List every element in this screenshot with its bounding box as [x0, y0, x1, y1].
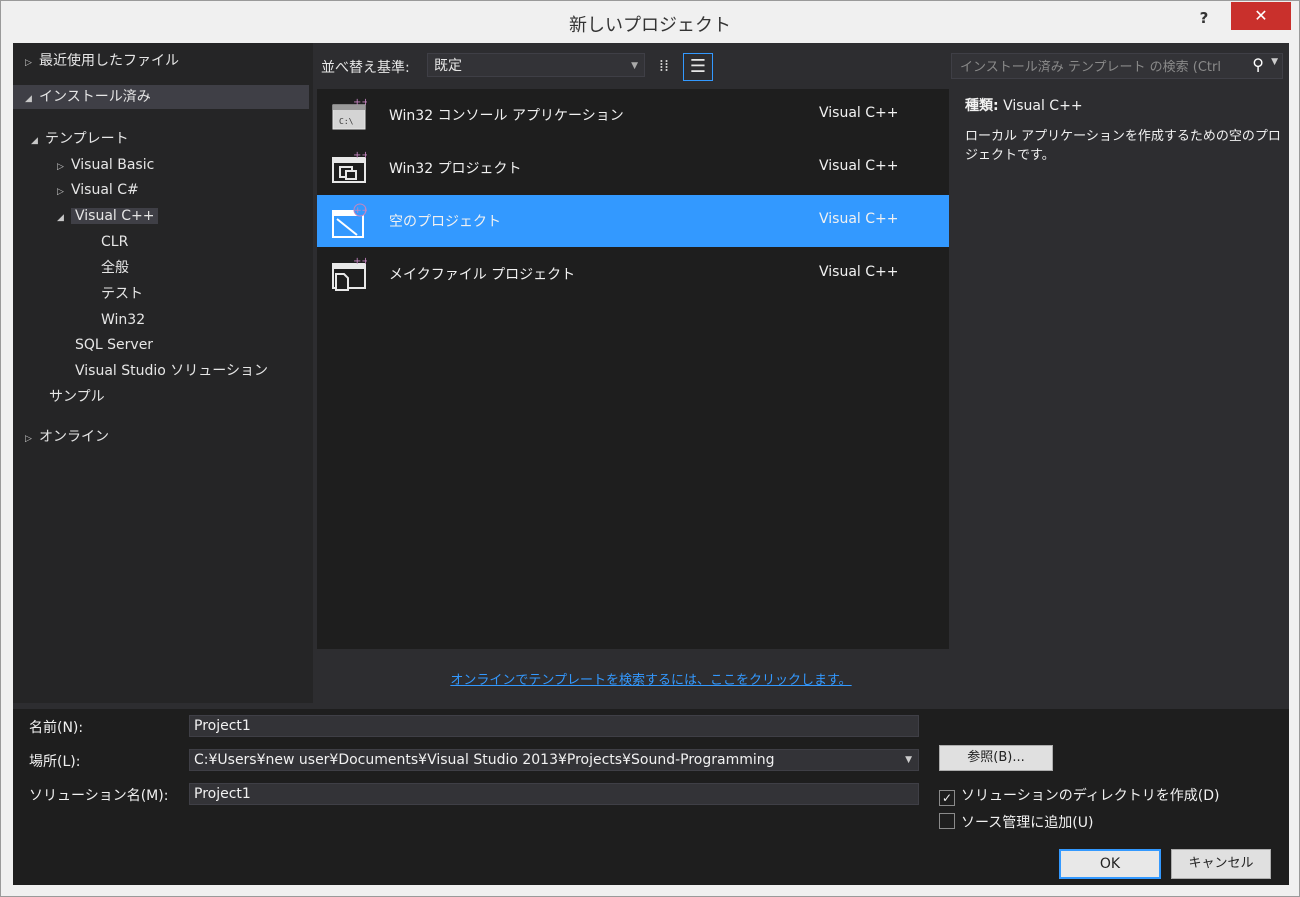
tree-item-vs-solution[interactable]: Visual Studio ソリューション: [75, 359, 268, 383]
checkbox-label: ソース管理に追加(U): [961, 815, 1094, 831]
svg-text:++: ++: [353, 150, 367, 161]
tree-item-templates[interactable]: ◢ テンプレート: [31, 127, 129, 151]
checkmark-icon[interactable]: ✓: [939, 790, 955, 806]
solution-name-field[interactable]: [189, 783, 919, 805]
dialog-body: ▷ 最近使用したファイル ◢ インストール済み ◢ テンプレート ▷ Visual Ba…: [13, 43, 1289, 885]
location-value: C:¥Users¥new user¥Documents¥Visual Studi…: [194, 752, 775, 768]
browse-button[interactable]: 参照(B)...: [939, 745, 1053, 771]
chevron-down-icon[interactable]: ▼: [1271, 57, 1278, 67]
list-view-icon[interactable]: ☰: [683, 53, 713, 81]
tree-label: インストール済み: [39, 89, 151, 105]
console-app-icon: C:\ ++: [332, 97, 367, 130]
template-description: 種類: Visual C++ ローカル アプリケーションを作成するための空のプロ…: [965, 95, 1283, 165]
dialog-title: 新しいプロジェクト: [569, 15, 731, 36]
template-language: Visual C++: [819, 264, 899, 280]
template-language: Visual C++: [819, 105, 899, 121]
template-language: Visual C++: [819, 211, 899, 227]
template-name: Win32 コンソール アプリケーション: [389, 108, 624, 124]
chevron-down-icon: ▼: [905, 755, 912, 765]
sort-dropdown[interactable]: 既定 ▼: [427, 53, 645, 77]
tree-label: 最近使用したファイル: [39, 53, 179, 69]
new-project-dialog: 新しいプロジェクト ? ✕ ▷ 最近使用したファイル ◢ インストール済み ◢ テンプ…: [0, 0, 1300, 897]
tree-label: オンライン: [39, 429, 109, 445]
collapse-arrow-icon[interactable]: ◢: [57, 206, 71, 230]
svg-text:++: ++: [353, 256, 367, 267]
template-list: C:\ ++ Win32 コンソール アプリケーション Visual C++ +…: [317, 89, 949, 649]
solution-name-label: ソリューション名(M):: [29, 788, 169, 804]
tree-label: Visual Basic: [71, 157, 155, 173]
tree-item-win32[interactable]: Win32: [101, 308, 145, 332]
description-text: ローカル アプリケーションを作成するための空のプロジェクトです。: [965, 129, 1281, 163]
empty-project-icon: ++: [332, 203, 367, 238]
help-button[interactable]: ?: [1193, 7, 1215, 29]
expand-arrow-icon[interactable]: ▷: [57, 180, 71, 204]
tree-label: テンプレート: [45, 131, 129, 147]
search-icon[interactable]: ⚲: [1252, 55, 1264, 74]
tree-label: Visual C++: [71, 208, 159, 224]
tree-item-visual-basic[interactable]: ▷ Visual Basic: [57, 153, 154, 177]
chevron-down-icon: ▼: [631, 61, 638, 71]
expand-arrow-icon[interactable]: ▷: [57, 155, 71, 179]
tree-item-general[interactable]: 全般: [101, 256, 129, 280]
checkbox-box[interactable]: [939, 813, 955, 829]
template-search-box: ⚲ ▼: [951, 53, 1283, 79]
tree-item-test[interactable]: テスト: [101, 282, 143, 306]
tree-item-visual-csharp[interactable]: ▷ Visual C#: [57, 178, 139, 202]
svg-text:C:\: C:\: [339, 117, 354, 126]
template-language: Visual C++: [819, 158, 899, 174]
svg-text:++: ++: [354, 206, 367, 216]
tree-item-visual-cpp[interactable]: ◢ Visual C++: [57, 204, 159, 230]
name-label: 名前(N):: [29, 720, 84, 736]
collapse-arrow-icon[interactable]: ◢: [31, 129, 45, 153]
online-templates-link[interactable]: オンラインでテンプレートを検索するには、ここをクリックします。: [13, 669, 1289, 688]
win32-project-icon: ++: [332, 150, 367, 183]
template-item-win32-project[interactable]: ++ Win32 プロジェクト Visual C++: [317, 142, 949, 194]
grid-view-icon[interactable]: ⁞⁞: [653, 55, 675, 77]
title-bar: 新しいプロジェクト ? ✕: [1, 1, 1299, 43]
tree-item-online[interactable]: ▷ オンライン: [25, 425, 109, 449]
search-input[interactable]: [958, 57, 1242, 77]
template-item-makefile-project[interactable]: ++ メイクファイル プロジェクト Visual C++: [317, 248, 949, 300]
checkbox-label: ソリューションのディレクトリを作成(D): [961, 788, 1220, 804]
kind-label: 種類:: [965, 98, 999, 114]
sort-value: 既定: [434, 58, 462, 74]
create-directory-checkbox[interactable]: ✓ ソリューションのディレクトリを作成(D): [939, 785, 1220, 806]
description-kind: 種類: Visual C++: [965, 95, 1283, 115]
collapse-arrow-icon[interactable]: ◢: [25, 87, 39, 111]
tree-item-recent[interactable]: ▷ 最近使用したファイル: [25, 49, 179, 73]
source-control-checkbox[interactable]: ソース管理に追加(U): [939, 812, 1094, 831]
ok-button[interactable]: OK: [1059, 849, 1161, 879]
tree-label: Visual C#: [71, 182, 139, 198]
kind-value: Visual C++: [1003, 98, 1083, 114]
template-name: 空のプロジェクト: [389, 214, 501, 230]
expand-arrow-icon[interactable]: ▷: [25, 427, 39, 451]
sort-label: 並べ替え基準:: [321, 60, 410, 76]
makefile-project-icon: ++: [332, 256, 367, 291]
project-settings-form: 名前(N): 場所(L): C:¥Users¥new user¥Document…: [13, 709, 1289, 885]
location-dropdown[interactable]: C:¥Users¥new user¥Documents¥Visual Studi…: [189, 749, 919, 771]
template-item-empty-project[interactable]: ++ 空のプロジェクト Visual C++: [317, 195, 949, 247]
tree-item-samples[interactable]: サンプル: [49, 385, 105, 409]
template-name: Win32 プロジェクト: [389, 161, 522, 177]
location-label: 場所(L):: [29, 754, 81, 770]
tree-item-clr[interactable]: CLR: [101, 230, 128, 254]
template-item-console-app[interactable]: C:\ ++ Win32 コンソール アプリケーション Visual C++: [317, 89, 949, 141]
cancel-button[interactable]: キャンセル: [1171, 849, 1271, 879]
tree-item-sql-server[interactable]: SQL Server: [75, 333, 153, 357]
template-name: メイクファイル プロジェクト: [389, 267, 576, 283]
template-tree: ▷ 最近使用したファイル ◢ インストール済み ◢ テンプレート ▷ Visual Ba…: [13, 43, 313, 703]
svg-text:++: ++: [353, 97, 367, 108]
close-button[interactable]: ✕: [1231, 2, 1291, 30]
tree-item-installed[interactable]: ◢ インストール済み: [13, 85, 309, 109]
expand-arrow-icon[interactable]: ▷: [25, 51, 39, 75]
project-name-field[interactable]: [189, 715, 919, 737]
